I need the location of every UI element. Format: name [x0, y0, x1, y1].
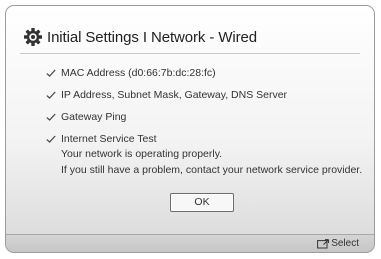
checkmark-icon: [46, 91, 56, 99]
dialog-header: Initial Settings I Network - Wired: [23, 26, 257, 48]
network-status-dialog: Initial Settings I Network - Wired MAC A…: [5, 5, 375, 253]
dialog-title: Initial Settings I Network - Wired: [47, 28, 257, 46]
ok-button[interactable]: OK: [170, 193, 234, 212]
check-label: MAC Address (d0:66:7b:dc:28:fc): [61, 67, 216, 79]
check-label: Gateway Ping: [61, 111, 127, 123]
gear-icon: [24, 28, 42, 46]
header-divider: [20, 53, 360, 54]
status-message-line-1: Your network is operating properly.: [61, 148, 223, 160]
status-message-line-2: If you still have a problem, contact you…: [61, 164, 363, 176]
status-message: Your network is operating properly. If y…: [61, 146, 362, 178]
check-label: IP Address, Subnet Mask, Gateway, DNS Se…: [61, 89, 288, 101]
checkmark-icon: [46, 135, 56, 143]
enter-icon: [317, 238, 330, 249]
checkmark-icon: [46, 69, 56, 77]
select-label: Select: [331, 238, 359, 249]
footer-bar: Select: [6, 234, 374, 252]
checkmark-icon: [46, 113, 56, 121]
select-hint: Select: [317, 238, 359, 249]
